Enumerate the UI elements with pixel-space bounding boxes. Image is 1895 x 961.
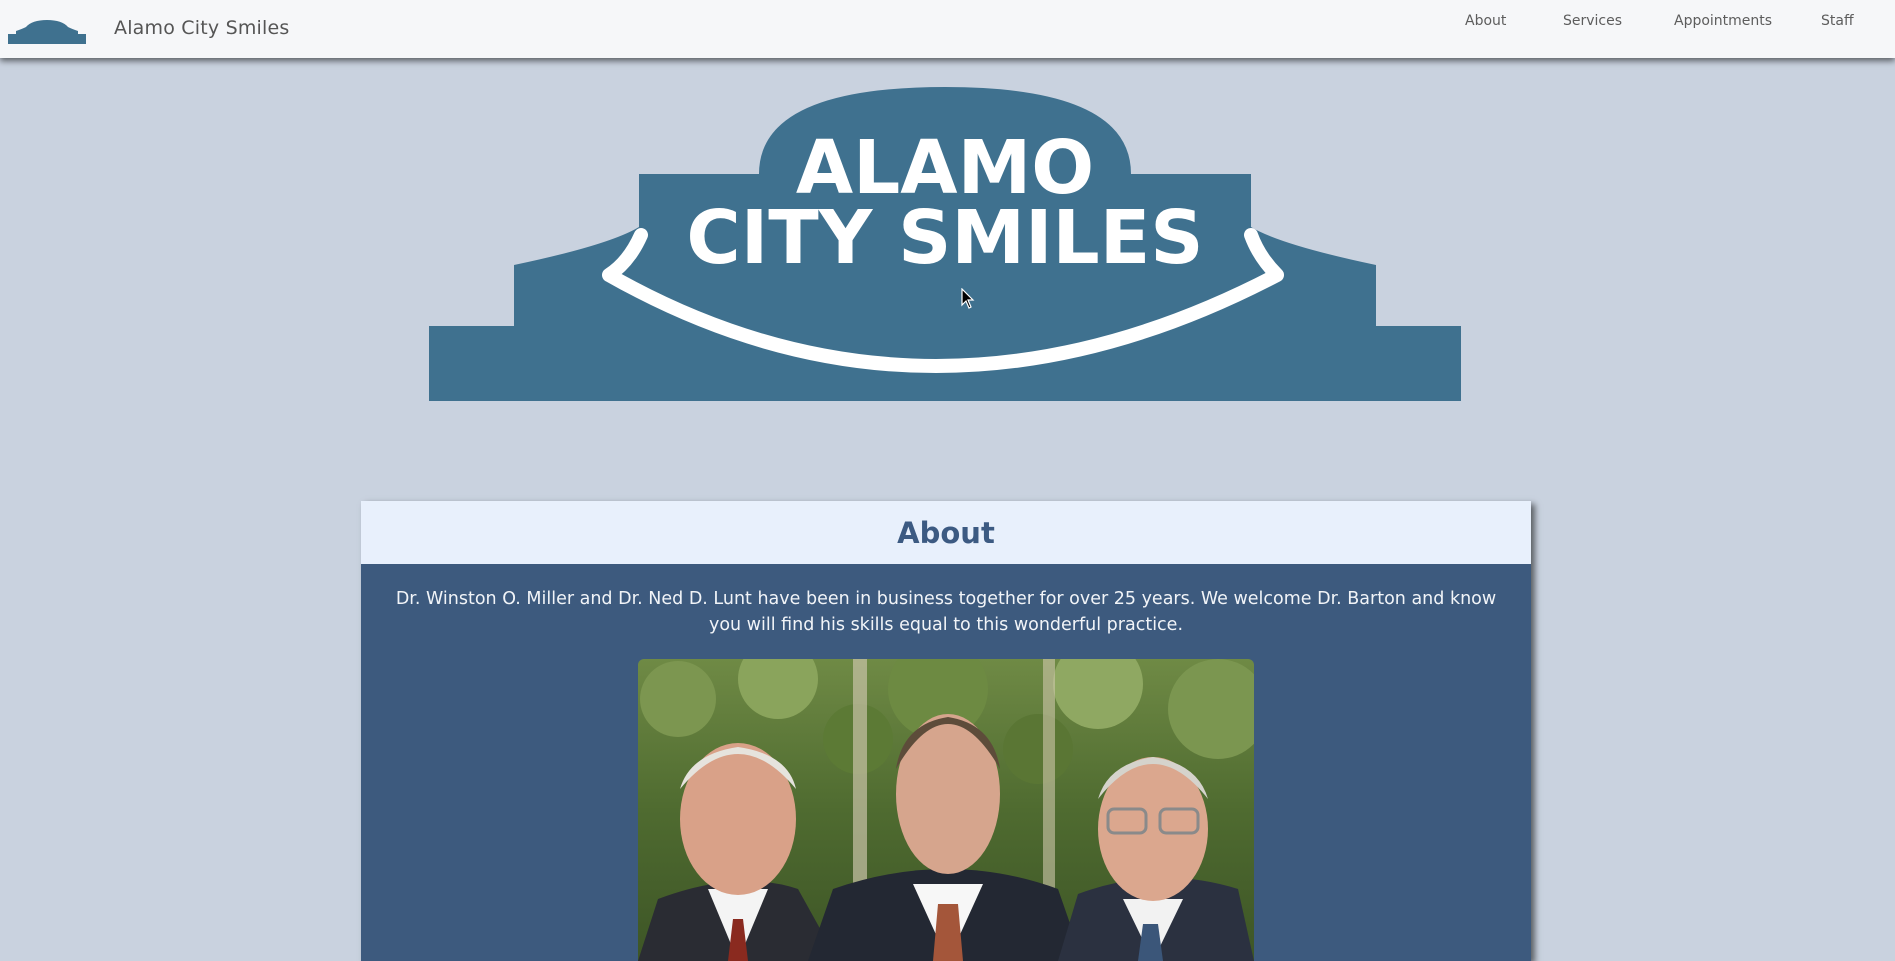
hero-logo: ALAMO CITY SMILES <box>429 87 1461 401</box>
nav-link-services[interactable]: Services <box>1563 13 1622 29</box>
about-card: About Dr. Winston O. Miller and Dr. Ned … <box>361 501 1531 961</box>
hero-logo-line2: CITY SMILES <box>686 195 1203 281</box>
about-description: Dr. Winston O. Miller and Dr. Ned D. Lun… <box>395 589 1497 635</box>
mouse-pointer-icon <box>961 288 975 309</box>
top-navbar: Alamo City Smiles About Services Appoint… <box>0 0 1895 58</box>
dentists-photo <box>638 659 1254 961</box>
nav-link-about[interactable]: About <box>1465 13 1506 29</box>
alamo-facade-icon[interactable] <box>8 20 86 46</box>
brand-name[interactable]: Alamo City Smiles <box>114 17 290 39</box>
nav-link-staff[interactable]: Staff <box>1821 13 1854 29</box>
nav-link-appointments[interactable]: Appointments <box>1674 13 1772 29</box>
about-card-header: About <box>361 501 1531 564</box>
about-title: About <box>897 515 995 550</box>
